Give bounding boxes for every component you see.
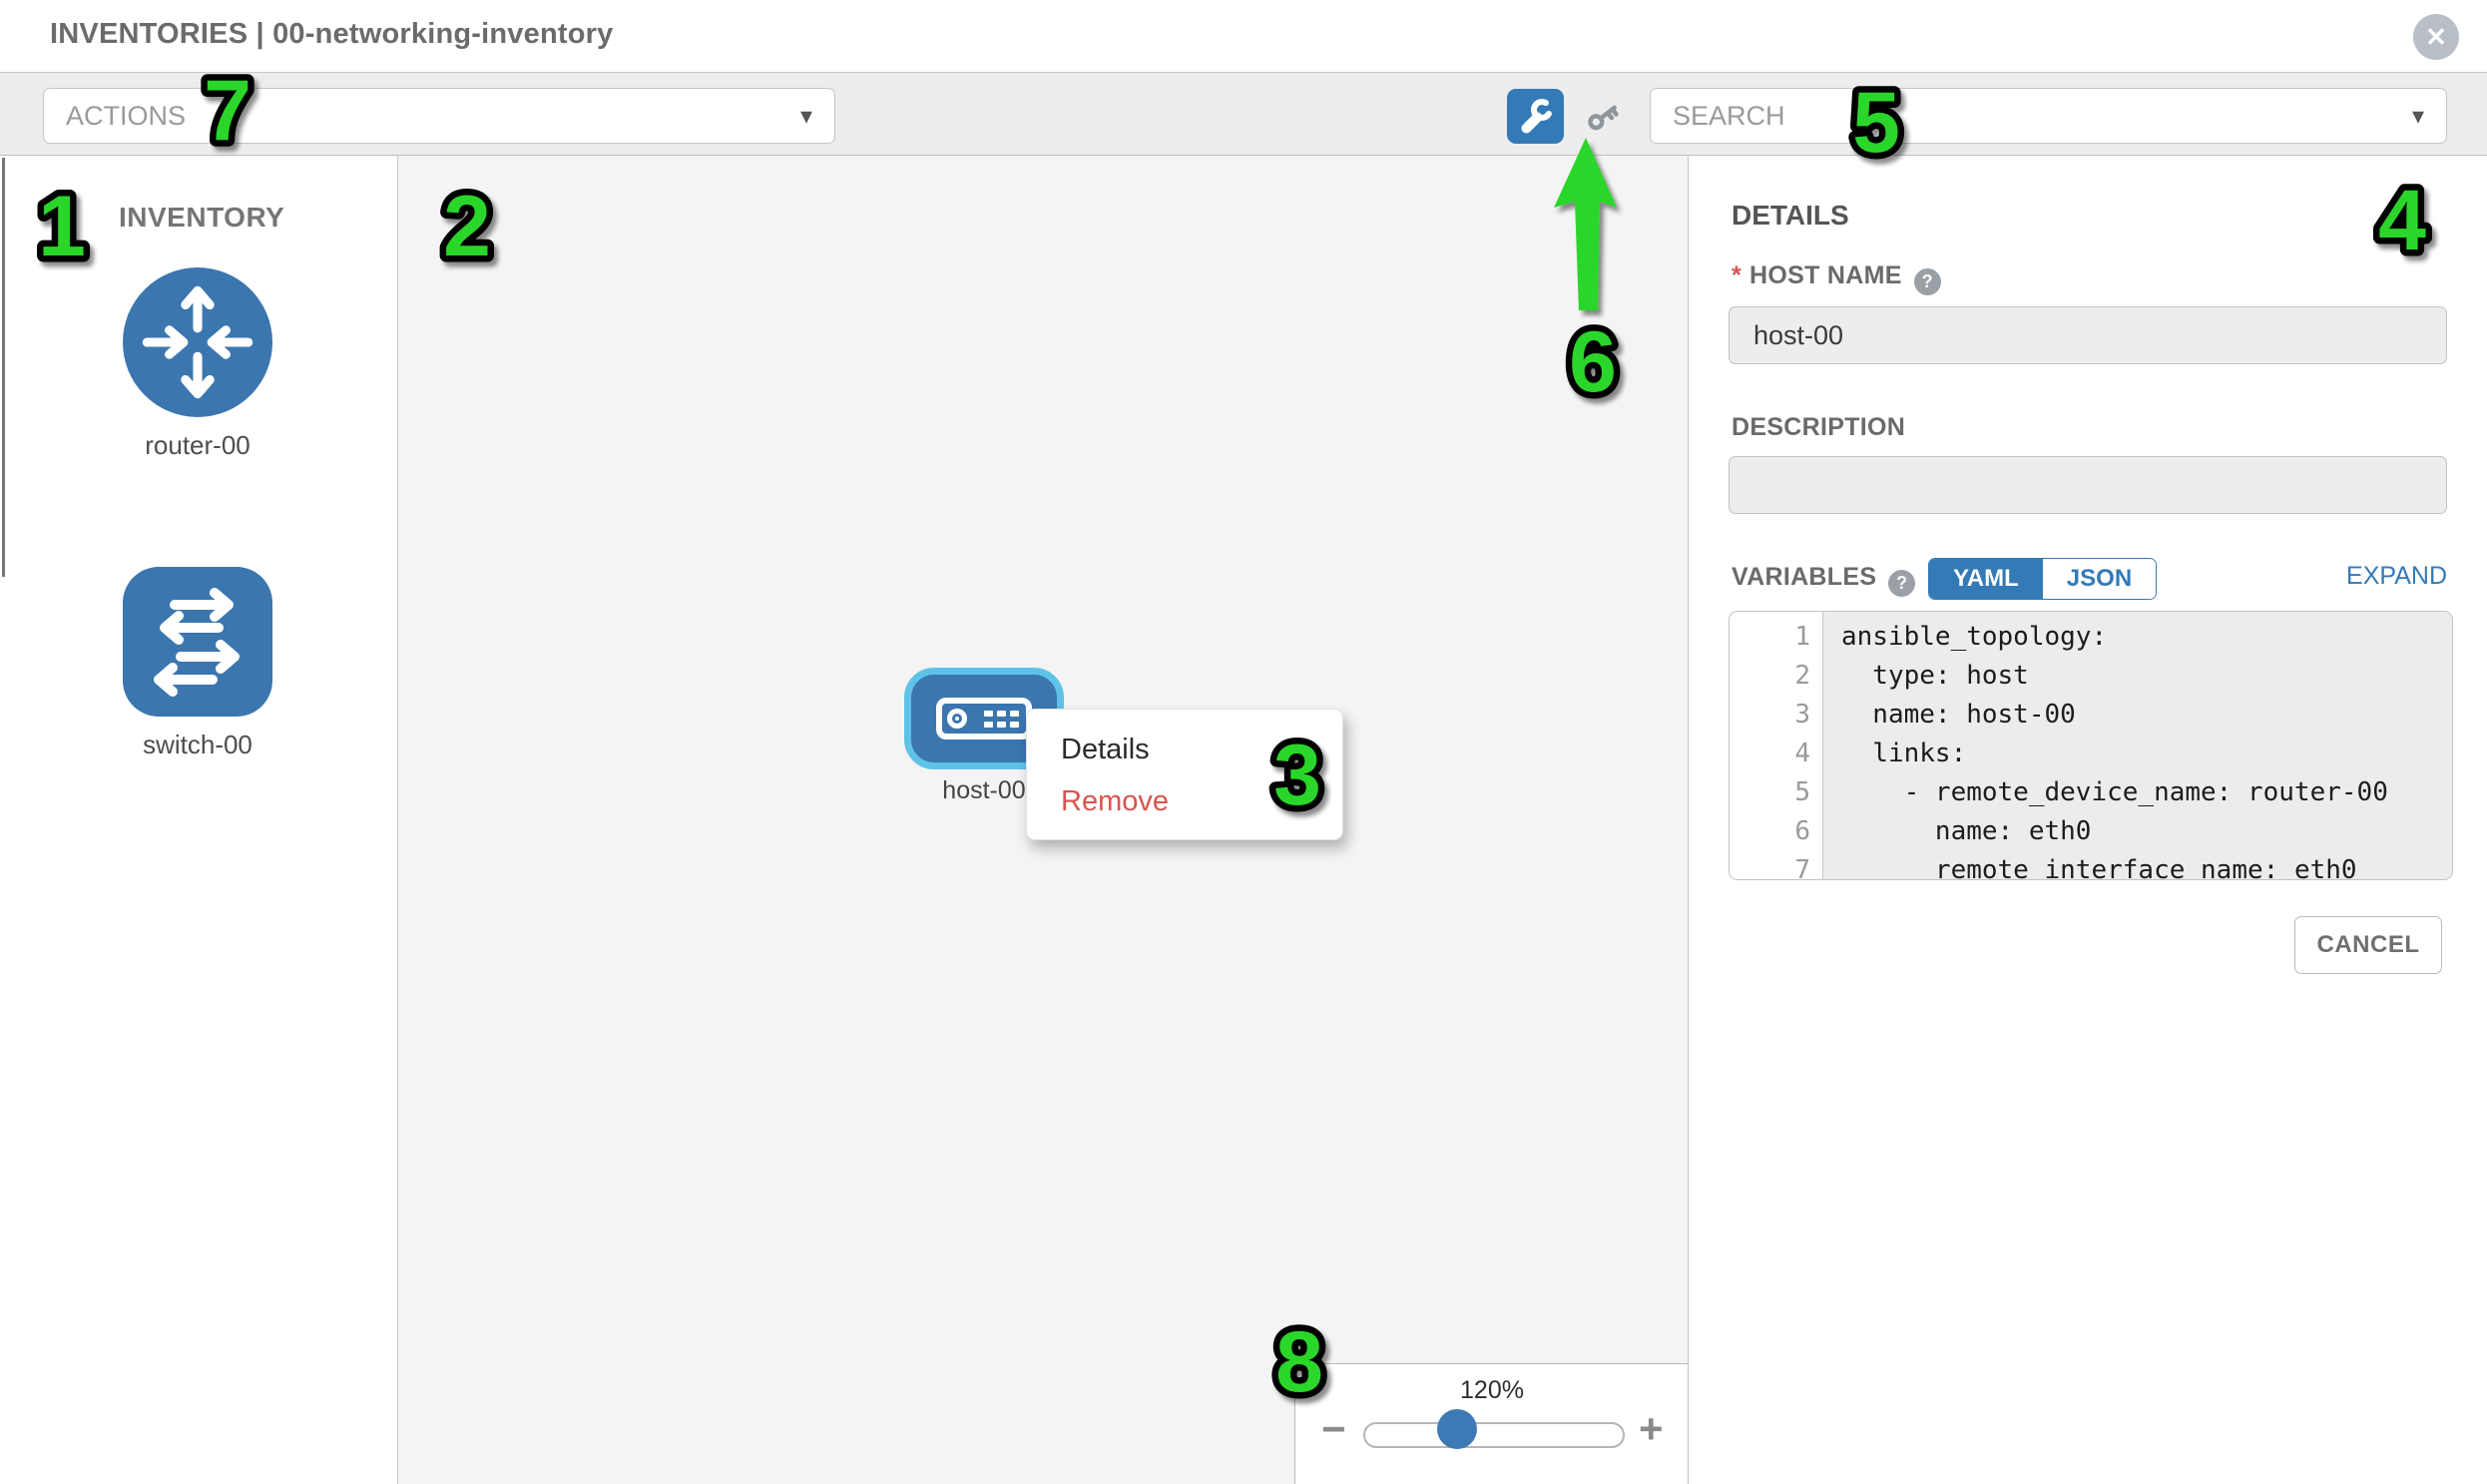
router-icon: [123, 267, 272, 417]
editor-code: ansible_topology: type: host name: host-…: [1823, 612, 2452, 879]
zoom-control: 120% − +: [1294, 1363, 1688, 1484]
toolbar: ACTIONS ▾ SEARCH ▾: [0, 72, 2487, 156]
tab-yaml[interactable]: YAML: [1929, 559, 2043, 599]
editor-gutter: 1 2 3 4 5 6 7: [1730, 612, 1823, 879]
host-name-input[interactable]: [1729, 306, 2447, 364]
wrench-icon: [1516, 97, 1556, 137]
inventory-topology-app: INVENTORIES | 00-networking-inventory ✕ …: [0, 0, 2487, 1484]
page-title: INVENTORIES | 00-networking-inventory: [50, 18, 613, 51]
zoom-out-button[interactable]: −: [1321, 1408, 1346, 1450]
variables-label: VARIABLES?: [1732, 563, 1915, 597]
palette-item-label: switch-00: [68, 730, 327, 760]
code-line: ansible_topology:: [1841, 618, 2452, 657]
context-menu: Details Remove: [1026, 709, 1343, 840]
search-dropdown-label: SEARCH: [1673, 101, 1785, 132]
sidebar-heading: INVENTORY: [119, 202, 284, 234]
line-number: 1: [1730, 618, 1822, 657]
code-line: name: eth0: [1841, 812, 2452, 851]
tab-json[interactable]: JSON: [2043, 559, 2156, 599]
variables-format-toggle: YAML JSON: [1928, 558, 2157, 600]
details-heading: DETAILS: [1732, 200, 1849, 232]
switch-icon: [123, 567, 272, 717]
line-number: 4: [1730, 735, 1822, 773]
search-dropdown[interactable]: SEARCH ▾: [1650, 88, 2447, 144]
configure-button[interactable]: [1507, 89, 1564, 144]
required-asterisk: *: [1732, 261, 1741, 289]
menu-item-details[interactable]: Details: [1027, 724, 1342, 775]
host-icon: [936, 697, 1032, 741]
code-line: - remote_device_name: router-00: [1841, 773, 2452, 812]
line-number: 5: [1730, 773, 1822, 812]
variables-editor[interactable]: 1 2 3 4 5 6 7 ansible_topology: type: ho…: [1729, 611, 2453, 880]
description-input[interactable]: [1729, 456, 2447, 514]
help-icon[interactable]: ?: [1914, 268, 1941, 295]
actions-dropdown-label: ACTIONS: [66, 101, 186, 132]
line-number: 6: [1730, 812, 1822, 851]
code-line: links:: [1841, 735, 2452, 773]
actions-dropdown[interactable]: ACTIONS ▾: [43, 88, 835, 144]
zoom-slider-track[interactable]: [1363, 1422, 1625, 1448]
host-name-label: *HOST NAME?: [1732, 261, 1941, 295]
line-number: 7: [1730, 851, 1822, 880]
palette-item-switch[interactable]: switch-00: [68, 567, 327, 760]
menu-item-remove[interactable]: Remove: [1027, 775, 1342, 827]
zoom-slider-thumb[interactable]: [1437, 1409, 1477, 1449]
zoom-level: 120%: [1295, 1376, 1689, 1405]
palette-item-label: router-00: [68, 430, 327, 461]
help-icon[interactable]: ?: [1888, 570, 1915, 597]
close-icon[interactable]: ✕: [2413, 14, 2459, 60]
chevron-down-icon: ▾: [2412, 102, 2424, 131]
code-line: type: host: [1841, 657, 2452, 696]
header-bar: INVENTORIES | 00-networking-inventory ✕: [0, 0, 2487, 72]
key-button[interactable]: [1585, 99, 1621, 135]
details-panel: DETAILS *HOST NAME? DESCRIPTION VARIABLE…: [1689, 156, 2487, 1484]
description-label: DESCRIPTION: [1732, 413, 1905, 442]
expand-link[interactable]: EXPAND: [2327, 562, 2447, 591]
inventory-sidebar: INVENTORY router-00: [0, 156, 398, 1484]
cancel-button[interactable]: CANCEL: [2294, 916, 2442, 974]
line-number: 2: [1730, 657, 1822, 696]
topology-canvas[interactable]: host-00 Details Remove 120% − +: [398, 156, 1689, 1484]
line-number: 3: [1730, 696, 1822, 735]
key-icon: [1585, 99, 1621, 135]
zoom-in-button[interactable]: +: [1639, 1408, 1664, 1450]
sidebar-scrollbar[interactable]: [2, 158, 5, 577]
chevron-down-icon: ▾: [800, 102, 812, 131]
palette-item-router[interactable]: router-00: [68, 267, 327, 461]
code-line: remote_interface_name: eth0: [1841, 851, 2452, 880]
code-line: name: host-00: [1841, 696, 2452, 735]
